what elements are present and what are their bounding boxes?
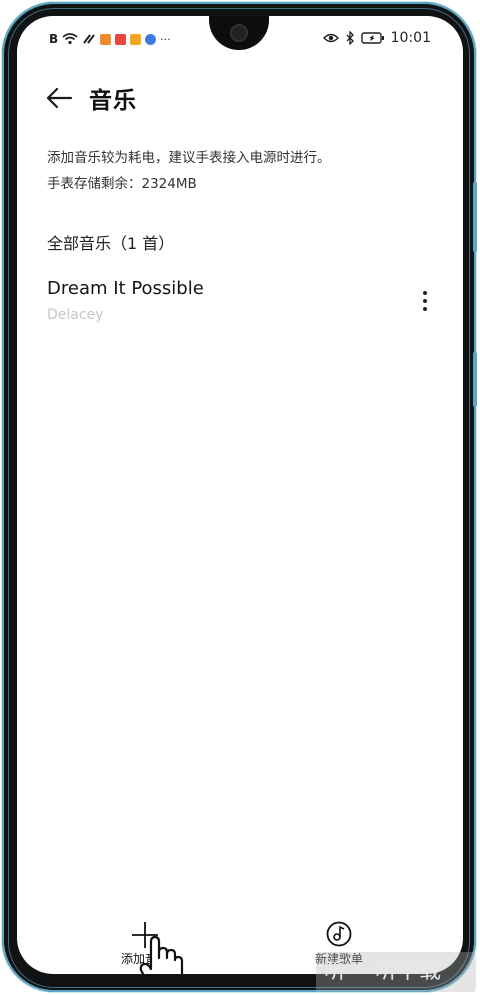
add-music-button[interactable]: 添加音乐 [105,916,185,974]
app-blue-icon [145,33,157,45]
more-dot-icon [423,307,427,311]
status-left-icons: B ··· [49,32,171,46]
storage-remaining-text: 手表存储剩余：2324MB [47,176,197,192]
status-right-icons: 10:01 [322,30,431,46]
list-item[interactable]: Dream It Possible Delacey [47,278,437,338]
status-bar: B ··· 10:01 [17,16,463,60]
back-arrow-icon [46,87,73,109]
battery-icon [360,32,384,44]
song-artist: Delacey [47,307,104,323]
app-red-icon [115,33,127,45]
all-music-header: 全部音乐（1 首） [47,234,175,253]
signal-icon [83,34,95,44]
wifi-icon [62,33,78,45]
app-amber-icon [130,33,142,45]
notification-b-icon: B [49,32,59,46]
power-hint-text: 添加音乐较为耗电，建议手表接入电源时进行。 [47,150,331,166]
more-dot-icon [423,291,427,295]
playlist-disc-icon [326,921,352,947]
bluetooth-icon [346,31,354,45]
app-orange-icon [100,33,112,45]
more-options-button[interactable] [415,288,435,314]
camera-notch [209,16,269,50]
eye-icon [322,33,339,43]
power-button [473,352,477,407]
front-camera [232,26,246,40]
status-time: 10:01 [390,30,431,46]
back-button[interactable] [45,84,73,112]
watermark: 听 一听下载 [316,952,476,992]
more-dot-icon [423,299,427,303]
page-title: 音乐 [89,88,137,114]
more-notifications-icon: ··· [160,32,171,46]
volume-button [473,182,477,252]
song-title: Dream It Possible [47,278,204,299]
app-header: 音乐 [45,78,137,118]
phone-frame: B ··· 10:01 音乐 添加音乐较为耗电，建议手表接入电源时进行。 手表存… [2,2,477,992]
pointer-hand-icon [139,935,184,974]
screen: B ··· 10:01 音乐 添加音乐较为耗电，建议手表接入电源时进行。 手表存… [17,16,463,974]
